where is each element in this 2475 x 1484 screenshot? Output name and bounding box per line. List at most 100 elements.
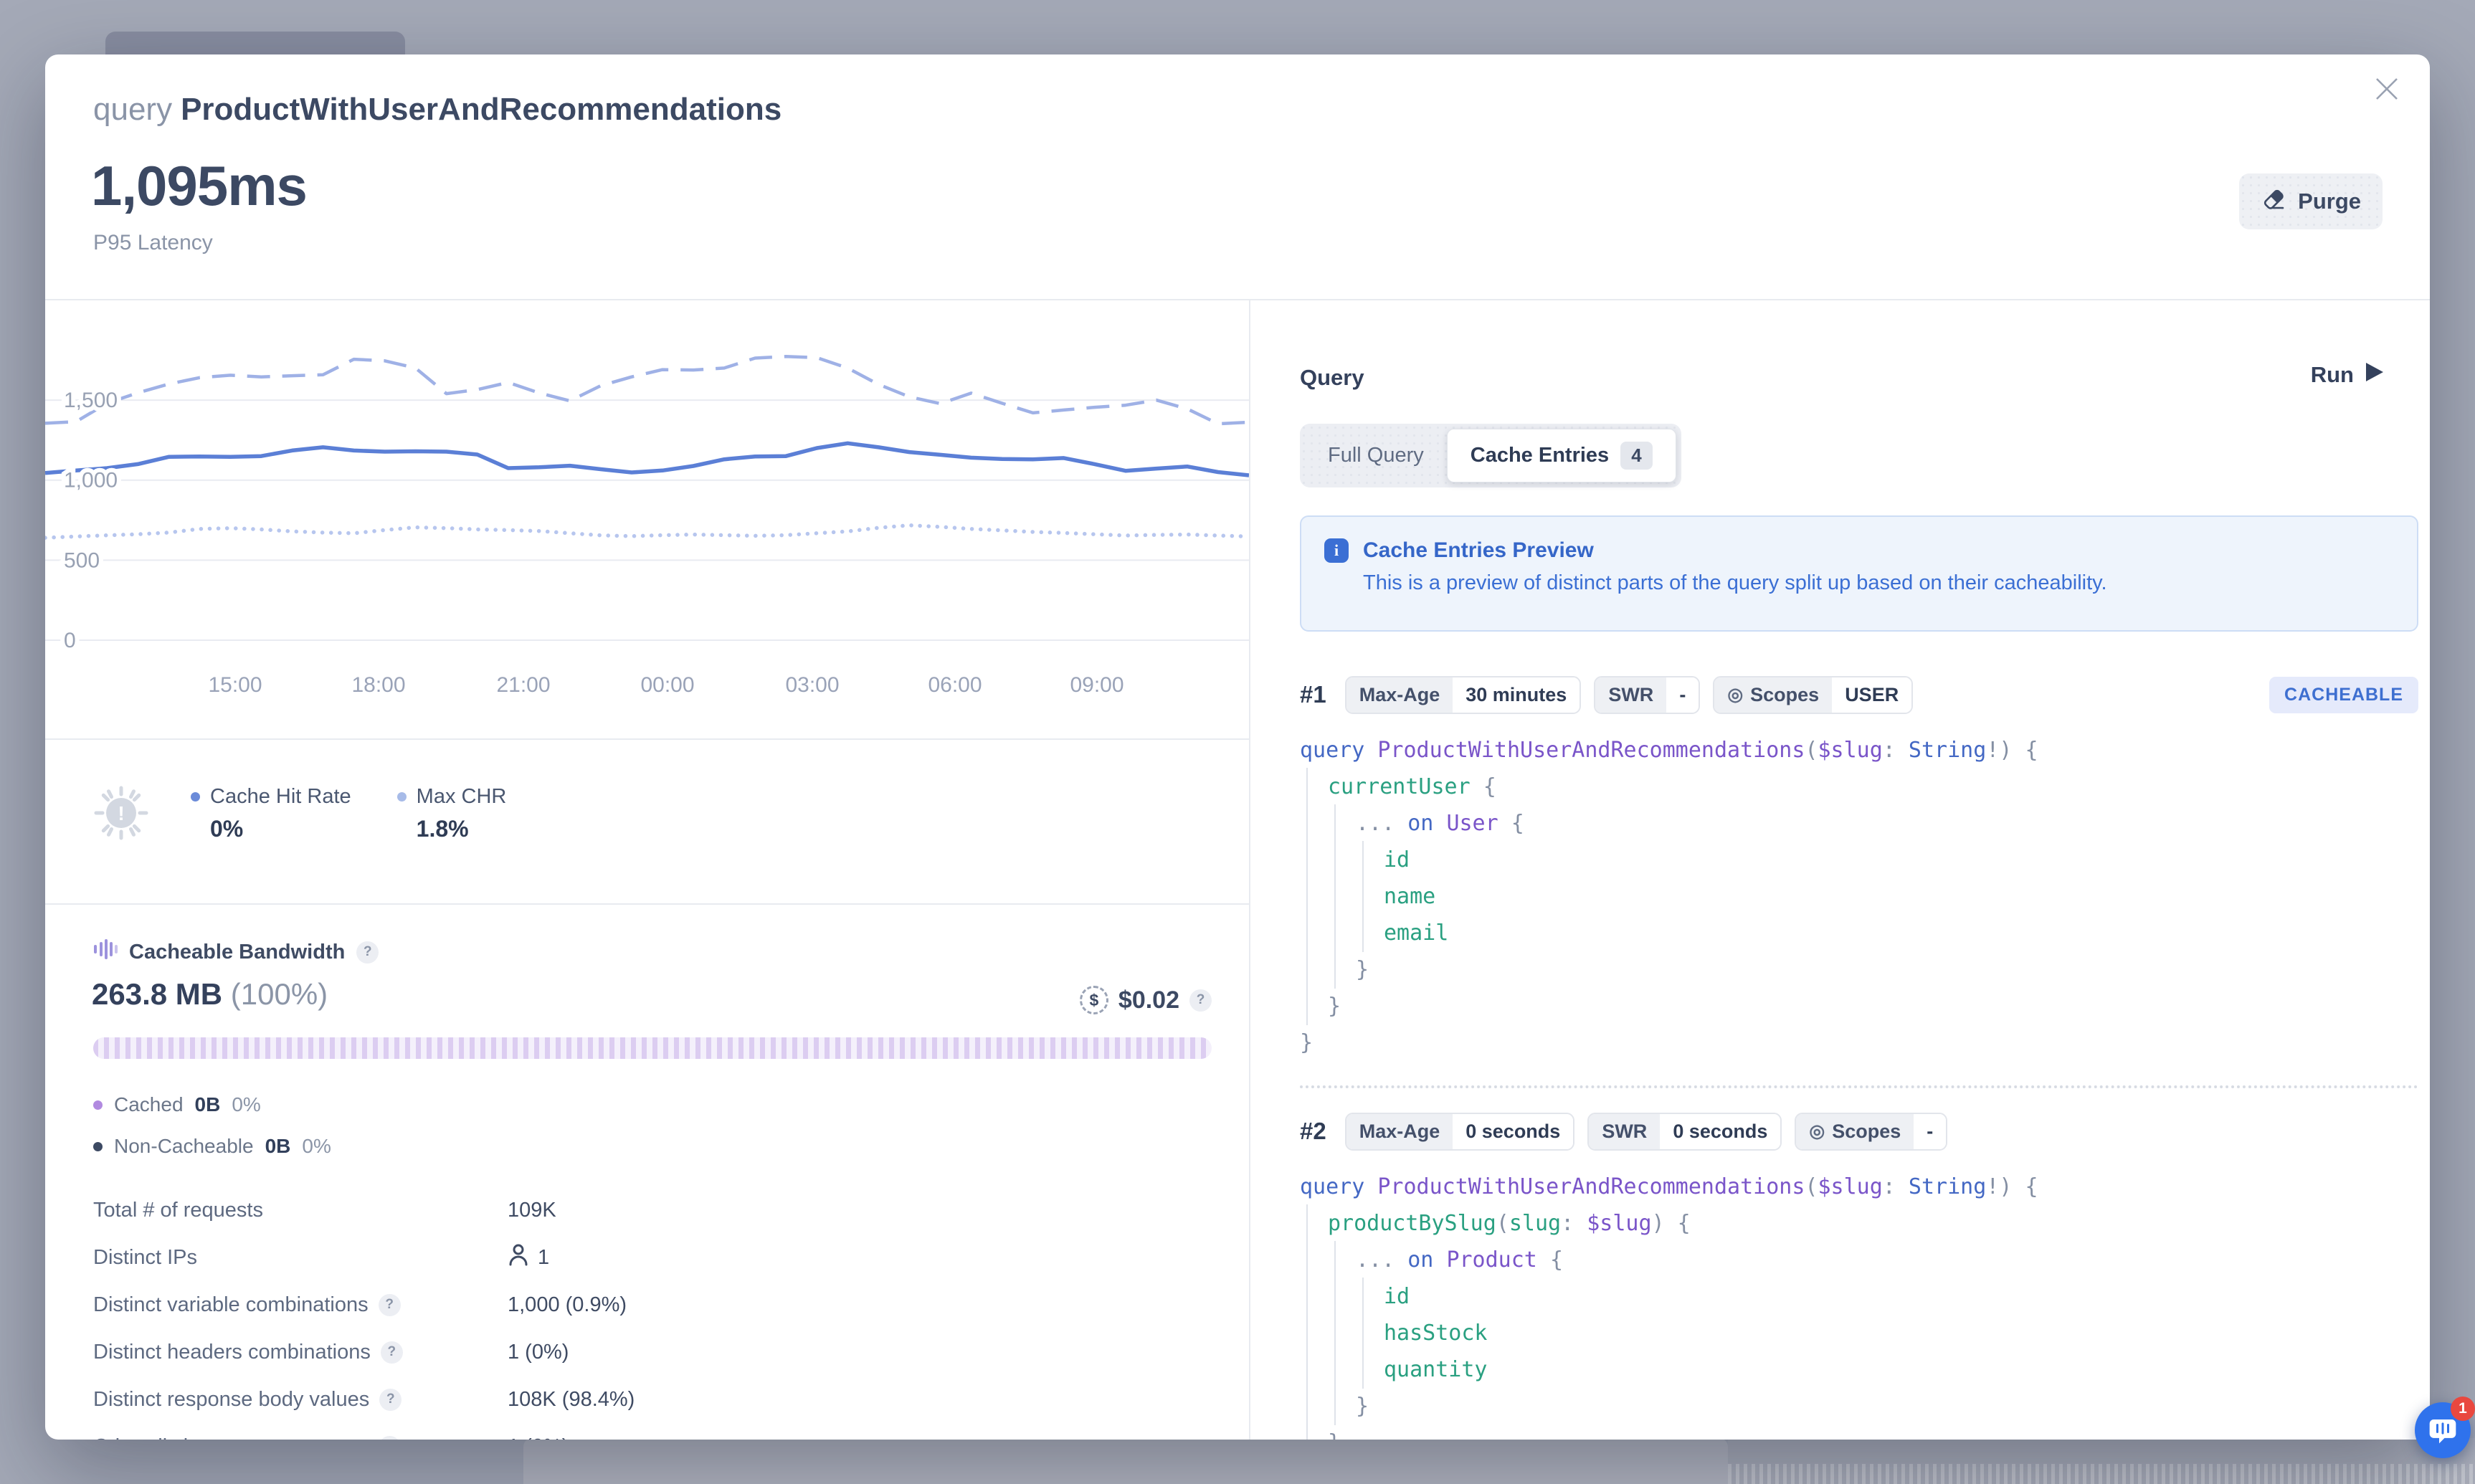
- stat-value: 1,000 (0.9%): [508, 1293, 627, 1317]
- indent-guide: [1328, 951, 1356, 989]
- bandwidth-legend-item: Cached 0B 0%: [93, 1093, 331, 1116]
- help-icon[interactable]: ?: [380, 1341, 403, 1364]
- legend-percent: 0%: [302, 1135, 331, 1157]
- pill-key: Max-Age: [1346, 1113, 1453, 1149]
- run-button[interactable]: Run: [2311, 362, 2384, 388]
- code-line: currentUser {: [1300, 768, 2418, 806]
- code-token: :: [1882, 738, 1909, 763]
- stat-label-text: Distinct response body values: [93, 1387, 370, 1411]
- help-icon[interactable]: ?: [379, 1388, 402, 1411]
- stat-value-text: 109K: [508, 1198, 556, 1222]
- tab-full-query[interactable]: Full Query: [1305, 432, 1447, 480]
- info-icon: i: [1324, 538, 1349, 563]
- eraser-icon: [2261, 186, 2286, 217]
- indent-guide: [1300, 804, 1328, 842]
- chat-launcher-button[interactable]: 1: [2415, 1397, 2475, 1458]
- indent-guide: [1300, 1351, 1328, 1389]
- help-icon[interactable]: ?: [1189, 989, 1212, 1012]
- help-icon[interactable]: ?: [378, 1435, 401, 1440]
- help-icon[interactable]: ?: [378, 1293, 401, 1316]
- query-name: ProductWithUserAndRecommendations: [181, 92, 782, 127]
- code-token: {: [1483, 774, 1496, 799]
- indent-guide: [1328, 1278, 1356, 1316]
- cache-directive-pill: SWR -: [1594, 675, 1701, 714]
- chr-item-label: Max CHR: [396, 785, 506, 809]
- code-line: quantity: [1300, 1351, 2418, 1389]
- code-token: !) {: [1986, 1174, 2038, 1199]
- code-token: ...: [1356, 811, 1408, 836]
- stat-value: 109K: [508, 1199, 556, 1222]
- code-line: ... on Product {: [1300, 1241, 2418, 1279]
- pill-value: 30 minutes: [1453, 677, 1580, 713]
- help-icon[interactable]: ?: [356, 941, 379, 964]
- table-row: Other distinct request aspects?1 (0%): [93, 1423, 1212, 1440]
- chr-label-text: Cache Hit Rate: [210, 785, 351, 808]
- code-token: hasStock: [1384, 1321, 1488, 1346]
- legend-value: 0B: [194, 1093, 221, 1116]
- pill-key-text: Scopes: [1750, 683, 1820, 705]
- legend-dot-icon: [93, 1141, 103, 1151]
- code-line: }: [1300, 1024, 2418, 1061]
- code-line: }: [1300, 951, 2418, 989]
- cacheable-badge: CACHEABLE: [2269, 676, 2418, 713]
- table-row: Distinct response body values? 108K (98.4…: [93, 1376, 1212, 1423]
- indent-guide: [1300, 987, 1328, 1025]
- code-token: ...: [1356, 1247, 1408, 1273]
- code-token: on: [1407, 811, 1447, 836]
- stat-label: Distinct IPs: [93, 1246, 508, 1270]
- code-token: }: [1356, 957, 1369, 982]
- stat-value-text: 108K (98.4%): [508, 1387, 635, 1411]
- code-token: ProductWithUserAndRecommendations: [1377, 738, 1805, 763]
- pill-value: USER: [1832, 677, 1912, 713]
- cacheable-bandwidth-header: Cacheable Bandwidth ?: [93, 937, 379, 967]
- code-line: }: [1300, 1387, 2418, 1425]
- bandwidth-legend: Cached 0B 0% Non-Cacheable 0B 0%: [93, 1093, 331, 1158]
- code-token: :: [1561, 1211, 1587, 1236]
- section-divider: [45, 903, 1249, 905]
- code-line: hasStock: [1300, 1314, 2418, 1352]
- code-line: name: [1300, 877, 2418, 915]
- indent-guide: [1328, 804, 1356, 842]
- code-token: {: [1511, 811, 1524, 836]
- code-token: id: [1384, 847, 1410, 872]
- svg-text:1,500: 1,500: [64, 389, 118, 412]
- bandwidth-percent: (100%): [230, 977, 328, 1011]
- play-icon: [2365, 362, 2384, 388]
- purge-button[interactable]: Purge: [2239, 173, 2383, 229]
- query-tabs: Full Query Cache Entries 4: [1300, 424, 1681, 487]
- close-icon[interactable]: [2371, 73, 2403, 105]
- stat-label: Distinct headers combinations?: [93, 1341, 508, 1364]
- cache-entries-count-badge: 4: [1620, 442, 1653, 470]
- cache-directive-pill: Max-Age 0 seconds: [1344, 1112, 1575, 1151]
- cache-hit-rate-summary: ! Cache Hit Rate 0% Max CHR 1.8%: [93, 785, 506, 845]
- pill-value: 0 seconds: [1453, 1113, 1574, 1149]
- indent-guide: [1300, 877, 1328, 915]
- svg-text:03:00: 03:00: [785, 673, 839, 697]
- dollar-coin-icon: $: [1079, 986, 1108, 1014]
- indent-guide: [1356, 1351, 1384, 1389]
- indent-guide: [1328, 841, 1356, 879]
- bandwidth-legend-item: Non-Cacheable 0B 0%: [93, 1135, 331, 1158]
- cache-entries: #1 Max-Age 30 minutes SWR - ◎ Scopes USER CACHEA…: [1300, 673, 2418, 1440]
- code-token: Product: [1446, 1247, 1550, 1273]
- cache-pass-icon: !: [93, 785, 149, 845]
- tab-cache-entries[interactable]: Cache Entries 4: [1446, 429, 1676, 482]
- code-token: }: [1328, 1424, 1341, 1440]
- svg-text:500: 500: [64, 548, 100, 572]
- pill-key-text: Max-Age: [1359, 683, 1440, 705]
- query-detail-modal: query ProductWithUserAndRecommendations 1…: [45, 54, 2430, 1440]
- tab-label: Cache Entries: [1470, 444, 1610, 467]
- code-token: }: [1356, 1394, 1369, 1419]
- code-token: !) {: [1986, 738, 2038, 763]
- code-token: String: [1908, 738, 1987, 763]
- graphql-code-block: query ProductWithUserAndRecommendations(…: [1300, 732, 2418, 1061]
- table-row: Distinct IPs 1: [93, 1234, 1212, 1281]
- query-panel-title: Query: [1300, 365, 1364, 390]
- code-token: email: [1384, 921, 1449, 946]
- code-token: $slug: [1587, 1211, 1652, 1236]
- code-token: ) {: [1651, 1211, 1691, 1236]
- cache-entries-info-box: i Cache Entries Preview This is a previe…: [1300, 515, 2418, 632]
- code-line: productBySlug(slug: $slug) {: [1300, 1204, 2418, 1242]
- code-token: :: [1882, 1174, 1909, 1199]
- code-line: query ProductWithUserAndRecommendations(…: [1300, 1169, 2418, 1205]
